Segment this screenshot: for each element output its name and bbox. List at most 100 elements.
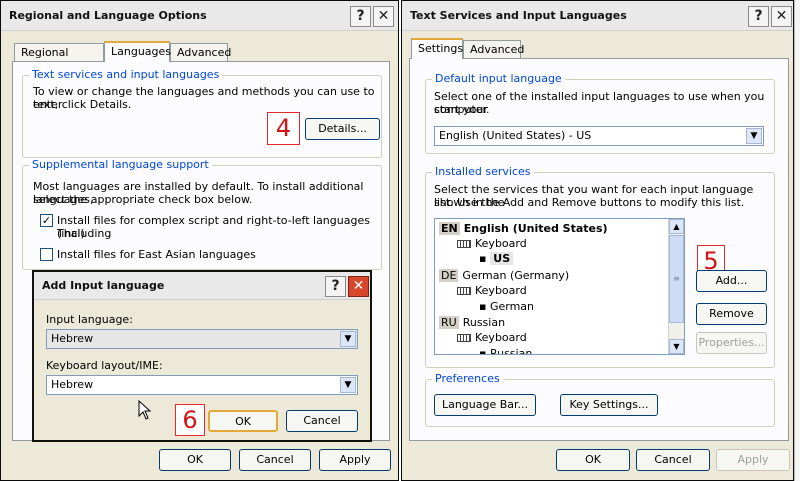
dialog-body: Input language: Hebrew ▼ Keyboard layout… <box>34 300 370 440</box>
scroll-thumb[interactable]: ≡ <box>669 235 684 323</box>
language-bar-button[interactable]: Language Bar... <box>434 394 536 416</box>
east-asian-checkbox[interactable] <box>40 248 53 261</box>
tree-row-keyboard[interactable]: Keyboard <box>457 237 527 250</box>
step-annotation-6: 6 <box>175 404 205 436</box>
ok-button[interactable]: OK <box>208 410 278 432</box>
ok-button[interactable]: OK <box>556 449 630 471</box>
default-input-select[interactable]: English (United States) - US ▼ <box>434 126 764 146</box>
tab-regional-options[interactable]: Regional Options <box>14 43 104 77</box>
tree-row-layout[interactable]: ▪ Russian <box>479 347 533 355</box>
close-button[interactable]: ✕ <box>373 6 394 27</box>
chevron-down-icon[interactable]: ▼ <box>340 331 356 347</box>
close-button[interactable]: ✕ <box>771 6 792 27</box>
default-input-group: Default input language Select one of the… <box>425 72 775 154</box>
language-code-badge: EN <box>439 222 460 235</box>
cancel-button[interactable]: Cancel <box>286 410 358 432</box>
group-legend: Preferences <box>432 372 503 385</box>
tab-settings[interactable]: Settings <box>411 38 463 59</box>
text-services-window: Text Services and Input Languages ? ✕ Se… <box>401 0 794 481</box>
window-title: Regional and Language Options <box>9 9 207 22</box>
title-bar[interactable]: Add Input language ? ✕ <box>34 272 370 300</box>
settings-panel: Default input language Select one of the… <box>409 58 789 441</box>
installed-services-tree[interactable]: EN English (United States) Keyboard ▪ US … <box>434 218 685 355</box>
group-legend: Supplemental language support <box>29 158 212 171</box>
key-settings-button[interactable]: Key Settings... <box>560 394 658 416</box>
title-bar[interactable]: Regional and Language Options ? ✕ <box>1 1 398 31</box>
layout-label: Russian <box>489 347 533 355</box>
tab-languages[interactable]: Languages <box>104 41 171 62</box>
tab-advanced[interactable]: Advanced <box>170 43 231 62</box>
step-annotation-4: 4 <box>267 112 300 145</box>
keyboard-icon <box>457 334 471 342</box>
group-legend: Default input language <box>432 72 565 85</box>
tree-row-language[interactable]: EN English (United States) <box>439 222 608 235</box>
description-line-2: select the appropriate check box below. <box>33 193 253 206</box>
keyboard-label: Keyboard <box>475 331 527 344</box>
title-bar[interactable]: Text Services and Input Languages ? ✕ <box>402 1 793 31</box>
tree-scrollbar[interactable]: ▲ ≡ ▼ <box>668 219 684 354</box>
language-name: English (United States) <box>463 222 608 235</box>
help-button[interactable]: ? <box>350 6 371 27</box>
tree-row-language[interactable]: DE German (Germany) <box>439 269 569 282</box>
default-input-value: English (United States) - US <box>439 129 592 142</box>
details-button[interactable]: Details... <box>305 118 380 140</box>
description-line-2: text, click Details. <box>33 98 132 111</box>
installed-services-group: Installed services Select the services t… <box>425 165 775 368</box>
add-button[interactable]: Add... <box>696 270 767 292</box>
mouse-cursor-icon <box>138 400 152 420</box>
bullet-icon: ▪ <box>479 300 490 313</box>
add-input-language-dialog: Add Input language ? ✕ Input language: H… <box>32 270 372 442</box>
cancel-button[interactable]: Cancel <box>636 449 710 471</box>
chevron-down-icon[interactable]: ▼ <box>340 377 356 393</box>
help-button[interactable]: ? <box>748 6 769 27</box>
chevron-down-icon[interactable]: ▼ <box>746 128 762 144</box>
layout-label: German <box>489 300 535 313</box>
group-legend: Installed services <box>432 165 534 178</box>
supplemental-language-group: Supplemental language support Most langu… <box>22 158 382 270</box>
tree-row-keyboard[interactable]: Keyboard <box>457 331 527 344</box>
layout-label: US <box>490 252 514 265</box>
keyboard-icon <box>457 240 471 248</box>
window-title: Text Services and Input Languages <box>410 9 627 22</box>
tree-row-keyboard[interactable]: Keyboard <box>457 284 527 297</box>
complex-script-label-line-1[interactable]: Install files for complex script and rig… <box>57 214 382 240</box>
description-line-2: computer. <box>434 103 490 116</box>
language-code-badge: RU <box>439 316 459 329</box>
scroll-down-button[interactable]: ▼ <box>669 339 684 354</box>
keyboard-layout-label: Keyboard layout/IME: <box>46 359 163 372</box>
group-legend: Text services and input languages <box>29 68 223 81</box>
description-line-2: list. Use the Add and Remove buttons to … <box>434 196 745 209</box>
apply-button[interactable]: Apply <box>319 449 391 471</box>
help-button[interactable]: ? <box>325 276 346 297</box>
language-code-badge: DE <box>439 269 459 282</box>
bullet-icon: ▪ <box>479 252 491 265</box>
text-services-group: Text services and input languages To vie… <box>22 68 382 158</box>
keyboard-icon <box>457 287 471 295</box>
ok-button[interactable]: OK <box>159 449 231 471</box>
properties-button[interactable]: Properties... <box>696 332 767 354</box>
apply-button[interactable]: Apply <box>716 449 790 471</box>
keyboard-label: Keyboard <box>475 237 527 250</box>
language-name: Russian <box>462 316 506 329</box>
scroll-up-button[interactable]: ▲ <box>669 219 684 234</box>
keyboard-layout-select[interactable]: Hebrew ▼ <box>46 375 358 395</box>
keyboard-label: Keyboard <box>475 284 527 297</box>
input-language-label: Input language: <box>46 313 133 326</box>
language-name: German (Germany) <box>462 269 570 282</box>
input-language-value: Hebrew <box>51 332 94 345</box>
input-language-select[interactable]: Hebrew ▼ <box>46 329 358 349</box>
remove-button[interactable]: Remove <box>696 303 767 325</box>
tree-row-layout[interactable]: ▪ German <box>479 300 534 313</box>
complex-script-label-line-2[interactable]: Thai) <box>57 227 85 240</box>
complex-script-checkbox[interactable]: ✓ <box>40 214 53 227</box>
east-asian-label[interactable]: Install files for East Asian languages <box>57 248 256 261</box>
tree-row-language[interactable]: RU Russian <box>439 316 505 329</box>
tree-row-layout[interactable]: ▪ US <box>479 252 514 265</box>
background-window-edge <box>794 0 800 481</box>
close-button[interactable]: ✕ <box>348 276 369 297</box>
keyboard-layout-value: Hebrew <box>51 378 94 391</box>
dialog-title: Add Input language <box>42 279 165 292</box>
preferences-group: Preferences Language Bar... Key Settings… <box>425 372 775 427</box>
tab-advanced[interactable]: Advanced <box>463 40 524 59</box>
cancel-button[interactable]: Cancel <box>239 449 311 471</box>
